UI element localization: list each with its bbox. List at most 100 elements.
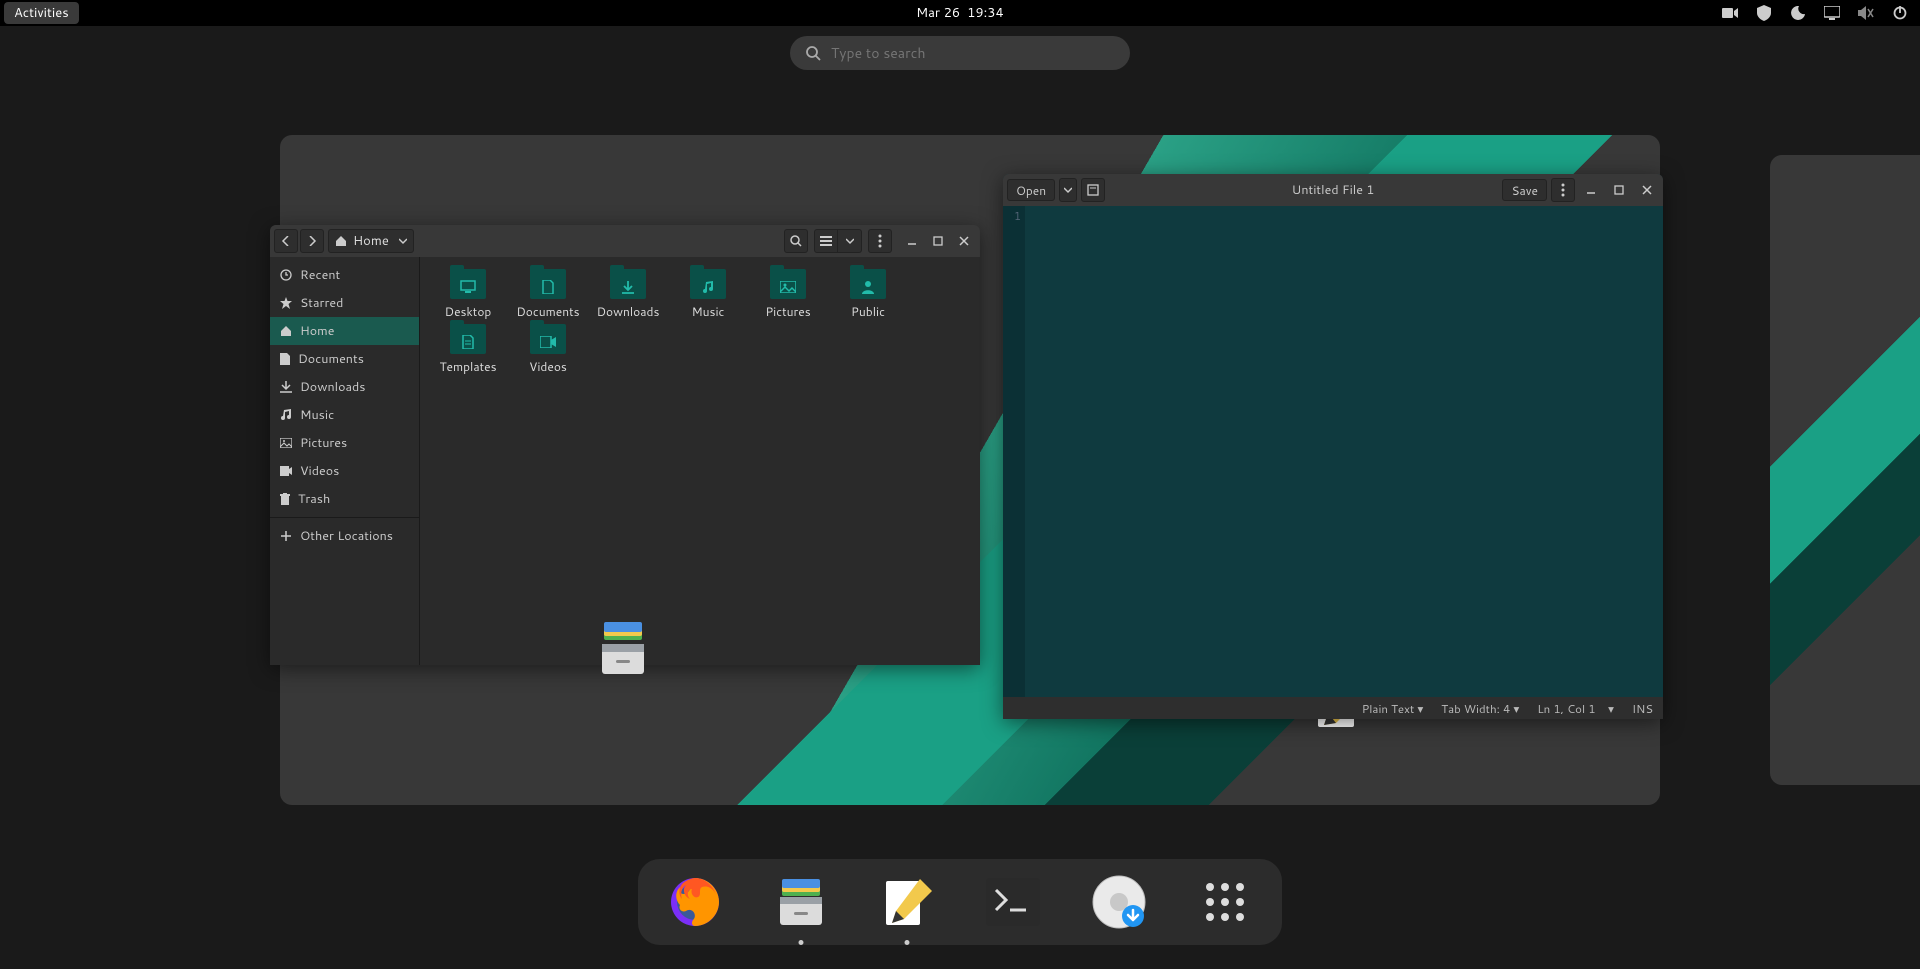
- sidebar-item-label: Pictures: [300, 434, 347, 452]
- clock[interactable]: Mar 26 19:34: [916, 4, 1004, 22]
- sidebar-item-label: Downloads: [300, 378, 365, 396]
- close-button[interactable]: [1635, 178, 1659, 202]
- folder-icon: [530, 269, 566, 299]
- folder-public[interactable]: Public: [828, 269, 908, 320]
- files-header-bar: Home: [270, 225, 980, 257]
- nav-forward-button[interactable]: [300, 229, 324, 253]
- sidebar-item-trash[interactable]: Trash: [270, 485, 419, 513]
- sidebar-item-music[interactable]: Music: [270, 401, 419, 429]
- nav-back-button[interactable]: [274, 229, 298, 253]
- sidebar-item-videos[interactable]: Videos: [270, 457, 419, 485]
- cursor-position[interactable]: Ln 1, Col 1 ▾: [1537, 700, 1614, 717]
- syntax-selector[interactable]: Plain Text ▾: [1362, 700, 1424, 717]
- open-recent-dropdown[interactable]: [1059, 178, 1077, 202]
- hamburger-menu-button[interactable]: [868, 229, 892, 253]
- open-button[interactable]: Open: [1007, 179, 1055, 201]
- sidebar-item-pictures[interactable]: Pictures: [270, 429, 419, 457]
- sidebar-item-starred[interactable]: Starred: [270, 289, 419, 317]
- top-bar: Activities Mar 26 19:34: [0, 0, 1920, 26]
- files-app-overlay-icon[interactable]: [594, 620, 652, 678]
- home-icon: [335, 235, 347, 247]
- picture-icon: [280, 438, 292, 448]
- save-label: Save: [1511, 182, 1538, 199]
- plus-icon: [280, 530, 292, 542]
- breadcrumb-label: Home: [353, 232, 389, 250]
- editor-title: Untitled File 1: [1292, 181, 1375, 199]
- shell-search[interactable]: [790, 36, 1130, 70]
- search-icon: [806, 46, 821, 61]
- home-icon: [280, 325, 292, 337]
- volume-muted-icon[interactable]: [1858, 5, 1874, 21]
- text-area[interactable]: [1025, 206, 1663, 697]
- dock-software-updater[interactable]: [1090, 873, 1148, 931]
- date-label: Mar 26: [916, 4, 960, 22]
- display-icon[interactable]: [1824, 5, 1840, 21]
- line-gutter: 1: [1003, 206, 1025, 697]
- files-sidebar: Recent Starred Home Documents Downloads Music…: [270, 257, 420, 665]
- insert-mode[interactable]: INS: [1632, 700, 1653, 717]
- workspace-preview-next[interactable]: [1770, 155, 1920, 785]
- power-icon[interactable]: [1892, 5, 1908, 21]
- save-button[interactable]: Save: [1502, 179, 1547, 201]
- search-input[interactable]: [831, 43, 1114, 63]
- folder-icon: [450, 324, 486, 354]
- maximize-button[interactable]: [1607, 178, 1631, 202]
- folder-label: Pictures: [765, 303, 810, 320]
- chevron-down-icon[interactable]: [399, 237, 407, 245]
- dock-text-editor[interactable]: [878, 873, 936, 931]
- close-button[interactable]: [952, 229, 976, 253]
- sidebar-item-label: Documents: [298, 350, 364, 368]
- editor-header-bar: Open Untitled File 1 Save: [1003, 174, 1663, 206]
- sidebar-item-label: Videos: [300, 462, 339, 480]
- sidebar-item-downloads[interactable]: Downloads: [270, 373, 419, 401]
- sidebar-item-label: Home: [300, 322, 334, 340]
- minimize-button[interactable]: [900, 229, 924, 253]
- editor-body[interactable]: 1: [1003, 206, 1663, 697]
- minimize-button[interactable]: [1579, 178, 1603, 202]
- folder-downloads[interactable]: Downloads: [588, 269, 668, 320]
- sidebar-item-label: Other Locations: [300, 527, 393, 545]
- sidebar-item-home[interactable]: Home: [270, 317, 419, 345]
- folder-documents[interactable]: Documents: [508, 269, 588, 320]
- files-window[interactable]: Home Recent Starred Home Documents Downloads…: [270, 225, 980, 665]
- dock-app-grid[interactable]: [1196, 873, 1254, 931]
- new-tab-button[interactable]: [1081, 178, 1105, 202]
- folder-label: Documents: [516, 303, 579, 320]
- sidebar-item-documents[interactable]: Documents: [270, 345, 419, 373]
- system-tray: [1722, 5, 1916, 21]
- sidebar-other-locations[interactable]: Other Locations: [270, 522, 419, 550]
- search-button[interactable]: [784, 229, 808, 253]
- dock-files[interactable]: [772, 873, 830, 931]
- folder-icon: [770, 269, 806, 299]
- tab-width-selector[interactable]: Tab Width: 4 ▾: [1441, 700, 1519, 717]
- folder-videos[interactable]: Videos: [508, 324, 588, 375]
- view-dropdown-button[interactable]: [838, 229, 862, 253]
- folder-templates[interactable]: Templates: [428, 324, 508, 375]
- dock-terminal[interactable]: [984, 873, 1042, 931]
- sidebar-item-label: Recent: [300, 266, 340, 284]
- download-icon: [280, 381, 292, 393]
- clock-icon: [280, 269, 292, 281]
- sidebar-item-recent[interactable]: Recent: [270, 261, 419, 289]
- folder-music[interactable]: Music: [668, 269, 748, 320]
- text-editor-window[interactable]: Open Untitled File 1 Save 1 Plain Text ▾…: [1003, 174, 1663, 719]
- screen-record-icon[interactable]: [1722, 5, 1738, 21]
- sidebar-item-label: Starred: [300, 294, 343, 312]
- folder-label: Desktop: [445, 303, 492, 320]
- folder-desktop[interactable]: Desktop: [428, 269, 508, 320]
- night-light-icon[interactable]: [1790, 5, 1806, 21]
- breadcrumb[interactable]: Home: [328, 229, 414, 253]
- activities-button[interactable]: Activities: [4, 2, 79, 24]
- maximize-button[interactable]: [926, 229, 950, 253]
- folder-pictures[interactable]: Pictures: [748, 269, 828, 320]
- view-toggle-button[interactable]: [814, 229, 838, 253]
- files-content[interactable]: Desktop Documents Downloads Music Pictures Pu…: [420, 257, 980, 665]
- folder-label: Music: [692, 303, 725, 320]
- sidebar-item-label: Music: [300, 406, 334, 424]
- music-icon: [280, 409, 292, 421]
- dock-firefox[interactable]: [666, 873, 724, 931]
- folder-label: Videos: [529, 358, 567, 375]
- editor-status-bar: Plain Text ▾ Tab Width: 4 ▾ Ln 1, Col 1 …: [1003, 697, 1663, 719]
- security-icon[interactable]: [1756, 5, 1772, 21]
- editor-menu-button[interactable]: [1551, 178, 1575, 202]
